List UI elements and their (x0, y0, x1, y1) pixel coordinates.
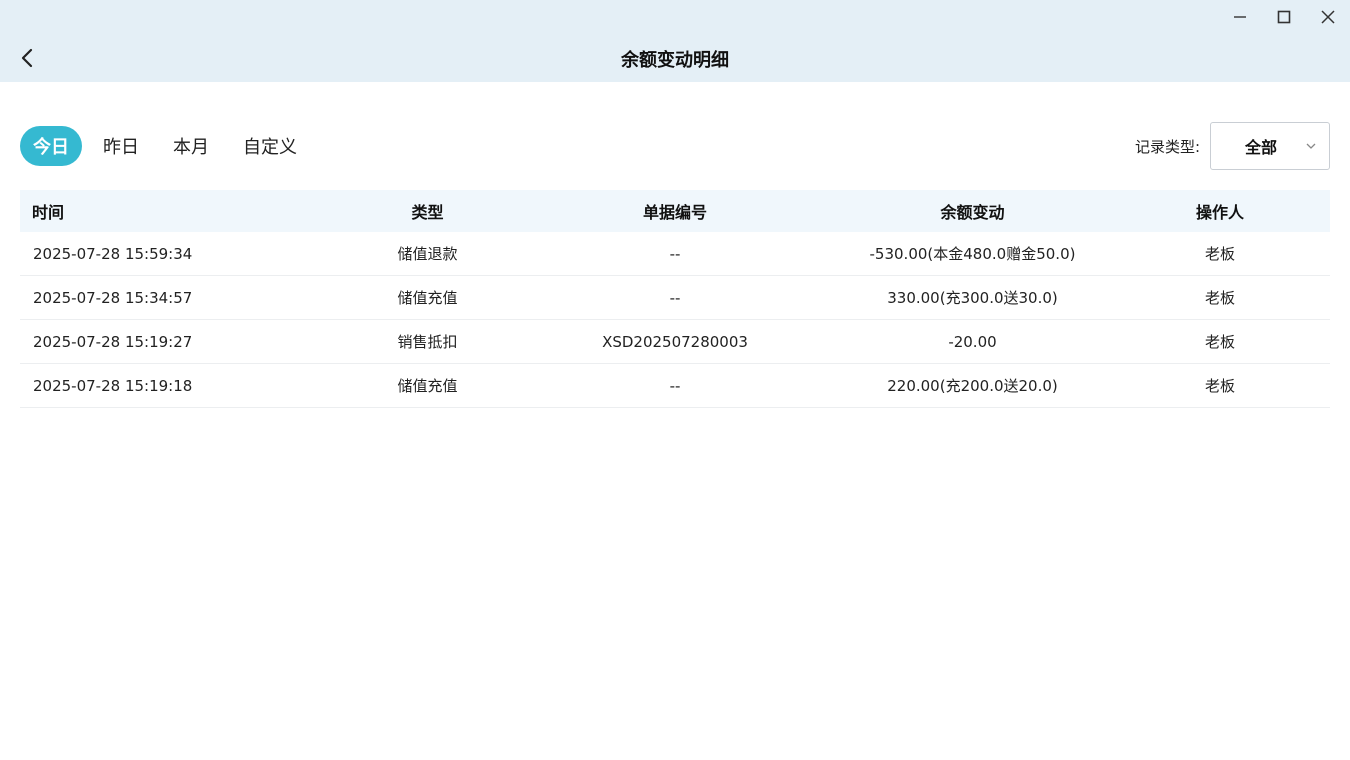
cell-balance-change: -20.00 (948, 332, 997, 351)
table-row[interactable]: 2025-07-28 15:59:34 储值退款 -- -530.00(本金48… (20, 232, 1330, 276)
maximize-button[interactable] (1262, 0, 1306, 34)
cell-balance-change: -530.00(本金480.0赠金50.0) (869, 245, 1076, 263)
cell-balance-change: 220.00(充200.0送20.0) (887, 377, 1058, 395)
header-time: 时间 (32, 203, 65, 222)
cell-type: 储值退款 (397, 245, 458, 263)
close-button[interactable] (1306, 0, 1350, 34)
cell-operator: 老板 (1204, 245, 1235, 263)
cell-type: 销售抵扣 (397, 333, 458, 351)
table-row[interactable]: 2025-07-28 15:34:57 储值充值 -- 330.00(充300.… (20, 276, 1330, 320)
table-row[interactable]: 2025-07-28 15:19:27 销售抵扣 XSD202507280003… (20, 320, 1330, 364)
cell-time: 2025-07-28 15:34:57 (33, 288, 193, 307)
title-bar: 余额变动明细 (0, 0, 1350, 82)
header-operator: 操作人 (1195, 203, 1244, 222)
cell-operator: 老板 (1204, 333, 1235, 351)
tab-custom[interactable]: 自定义 (232, 126, 308, 166)
window-controls (1218, 0, 1350, 34)
tab-yesterday[interactable]: 昨日 (92, 126, 150, 166)
tab-this-month[interactable]: 本月 (162, 126, 220, 166)
page-title: 余额变动明细 (621, 50, 729, 71)
cell-doc-no: -- (669, 376, 681, 395)
table-header: 时间 类型 单据编号 余额变动 操作人 (20, 190, 1330, 232)
header-balance-change: 余额变动 (940, 203, 1005, 222)
cell-doc-no: -- (669, 244, 681, 263)
table-row[interactable]: 2025-07-28 15:19:18 储值充值 -- 220.00(充200.… (20, 364, 1330, 408)
date-filter-tabs: 今日 昨日 本月 自定义 (20, 126, 320, 166)
minimize-button[interactable] (1218, 0, 1262, 34)
cell-time: 2025-07-28 15:19:18 (33, 376, 193, 395)
record-type-select[interactable]: 全部 (1210, 122, 1330, 170)
header-type: 类型 (411, 203, 444, 222)
cell-type: 储值充值 (397, 289, 458, 307)
cell-time: 2025-07-28 15:59:34 (33, 244, 193, 263)
cell-time: 2025-07-28 15:19:27 (33, 332, 193, 351)
balance-change-table: 时间 类型 单据编号 余额变动 操作人 2025-07-28 15:59:34 … (20, 190, 1330, 408)
cell-doc-no: XSD202507280003 (602, 332, 748, 351)
cell-balance-change: 330.00(充300.0送30.0) (887, 289, 1058, 307)
cell-operator: 老板 (1204, 289, 1235, 307)
minimize-icon (1234, 16, 1246, 18)
chevron-down-icon (1306, 143, 1316, 149)
maximize-icon (1277, 10, 1291, 24)
record-type-label: 记录类型: (1134, 137, 1200, 156)
record-type-filter: 记录类型: 全部 (1135, 122, 1330, 170)
cell-operator: 老板 (1204, 377, 1235, 395)
cell-doc-no: -- (669, 288, 681, 307)
cell-type: 储值充值 (397, 377, 458, 395)
header-doc-no: 单据编号 (642, 203, 707, 222)
record-type-value: 全部 (1244, 138, 1277, 157)
tab-today[interactable]: 今日 (20, 126, 82, 166)
close-icon (1321, 10, 1335, 24)
